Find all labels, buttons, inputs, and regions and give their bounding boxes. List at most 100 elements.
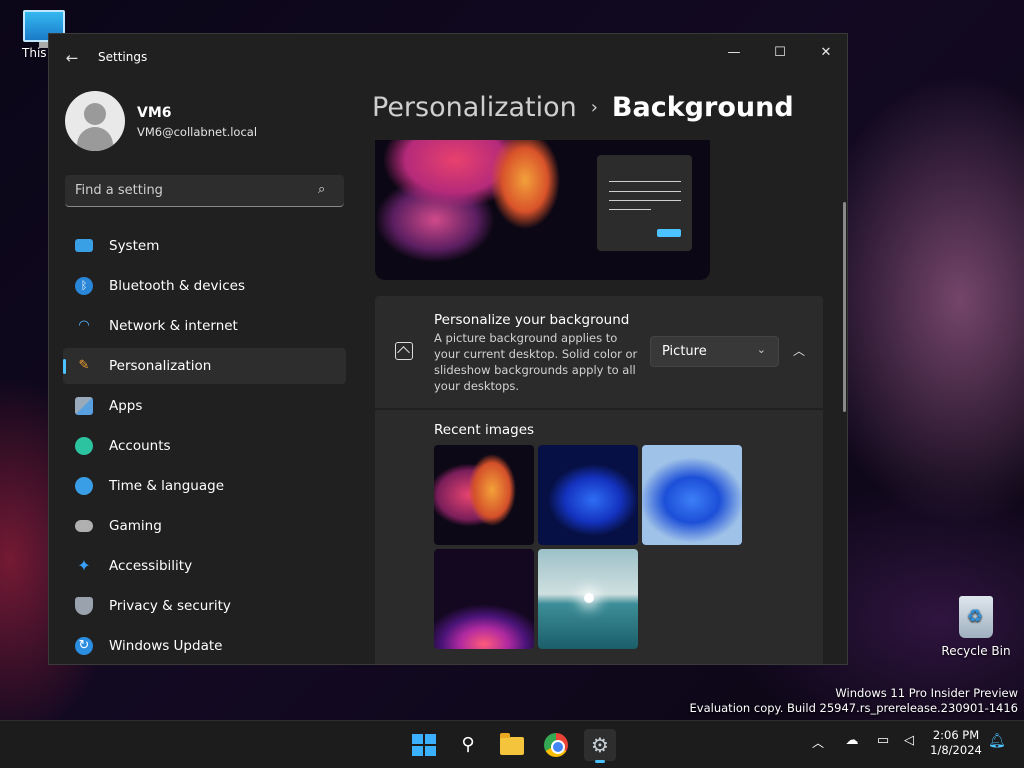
sidebar-item-system[interactable]: System: [63, 228, 346, 264]
volume-muted-icon[interactable]: ◁: [900, 733, 918, 751]
breadcrumb-separator: ›: [590, 97, 598, 118]
image-icon: [395, 342, 413, 360]
recycle-bin-icon: [959, 596, 993, 638]
sidebar-item-accessibility[interactable]: ✦ Accessibility: [63, 548, 346, 584]
settings-window: ← Settings — ☐ ✕ VM6 VM6@collabnet.local…: [48, 33, 848, 665]
sidebar-item-label: Apps: [109, 398, 143, 414]
recent-image-blue-dark[interactable]: [538, 445, 638, 545]
window-title: Settings: [98, 50, 148, 64]
notification-bell-icon[interactable]: 🔔︎: [988, 733, 1006, 749]
watermark-line-1: Windows 11 Pro Insider Preview: [835, 686, 1018, 700]
sidebar-item-label: System: [109, 238, 160, 254]
minimize-button[interactable]: —: [711, 38, 757, 68]
onedrive-icon[interactable]: ☁: [843, 733, 861, 751]
sidebar-item-label: Personalization: [109, 358, 212, 374]
select-value: Picture: [662, 344, 707, 359]
recent-image-purple[interactable]: [434, 549, 534, 649]
bluetooth-icon: ᛒ: [75, 277, 93, 295]
main-content: Personalize your background A picture ba…: [375, 140, 823, 664]
clock-globe-icon: [75, 477, 93, 495]
recycle-bin-label: Recycle Bin: [941, 644, 1011, 658]
preview-line: [609, 181, 681, 182]
clock-date: 1/8/2024: [930, 743, 982, 757]
chevron-up-icon[interactable]: ︿: [789, 341, 809, 361]
preview-wallpaper: [375, 140, 615, 270]
gamepad-icon: [75, 520, 93, 532]
close-button[interactable]: ✕: [803, 38, 847, 68]
search-icon[interactable]: ⌕: [318, 182, 334, 198]
preview-line: [609, 200, 681, 201]
breadcrumb: Personalization › Background: [372, 92, 794, 123]
watermark-line-2: Evaluation copy. Build 25947.rs_prerelea…: [689, 701, 1018, 715]
sidebar-item-label: Accessibility: [109, 558, 193, 574]
preview-window-mock: [597, 155, 692, 251]
chrome-icon: [544, 733, 568, 757]
sidebar-item-network[interactable]: ◠ Network & internet: [63, 308, 346, 344]
sun-glow: [584, 593, 594, 603]
sidebar-item-label: Accounts: [109, 438, 171, 454]
preview-button: [657, 229, 681, 237]
breadcrumb-parent[interactable]: Personalization: [372, 92, 577, 123]
sidebar-item-windows-update[interactable]: ↻ Windows Update: [63, 628, 346, 664]
sidebar-item-label: Time & language: [109, 478, 225, 494]
background-type-select[interactable]: Picture ⌄: [650, 336, 779, 367]
tray-overflow-chevron-icon[interactable]: ︿: [812, 734, 824, 751]
sidebar-item-apps[interactable]: Apps: [63, 388, 346, 424]
user-email: VM6@collabnet.local: [137, 125, 258, 139]
recent-image-bloom[interactable]: [434, 445, 534, 545]
sidebar-item-personalization[interactable]: ✎ Personalization: [63, 348, 346, 384]
recent-image-blue-light[interactable]: [642, 445, 742, 545]
network-icon[interactable]: ▭: [874, 733, 892, 751]
recent-images-title: Recent images: [434, 422, 535, 438]
background-preview: [375, 140, 710, 280]
search-input[interactable]: [65, 175, 305, 206]
chevron-down-icon: ⌄: [756, 343, 766, 356]
recycle-bin-desktop-icon[interactable]: Recycle Bin: [940, 596, 1012, 658]
sidebar-nav: System ᛒ Bluetooth & devices ◠ Network &…: [63, 228, 346, 664]
sidebar-item-label: Privacy & security: [109, 598, 231, 614]
user-name: VM6: [137, 105, 172, 121]
title-bar[interactable]: ← Settings — ☐ ✕: [49, 34, 847, 82]
maximize-button[interactable]: ☐: [757, 38, 803, 68]
wifi-icon: ◠: [78, 318, 90, 333]
taskbar: ⚲ ⚙: [0, 720, 1024, 768]
recent-images-section: Recent images: [375, 410, 823, 664]
search-icon[interactable]: ⚲: [452, 729, 484, 761]
update-icon: ↻: [75, 637, 93, 655]
file-explorer-button[interactable]: [496, 729, 528, 761]
personalize-background-card: Personalize your background A picture ba…: [375, 296, 823, 408]
preview-line: [609, 209, 651, 210]
back-button[interactable]: ←: [61, 48, 83, 68]
sidebar-item-accounts[interactable]: Accounts: [63, 428, 346, 464]
folder-icon: [500, 733, 524, 755]
settings-search[interactable]: ⌕: [65, 175, 344, 207]
settings-taskbar-button[interactable]: ⚙: [584, 729, 616, 763]
account-icon: [75, 437, 93, 455]
avatar[interactable]: [65, 91, 125, 151]
shield-icon: [75, 597, 93, 615]
build-watermark: Windows 11 Pro Insider Preview Evaluatio…: [690, 686, 1018, 716]
clock-time: 2:06 PM: [932, 728, 980, 742]
chrome-button[interactable]: [540, 729, 572, 761]
windows-logo-icon: [412, 734, 436, 756]
page-title: Background: [611, 92, 794, 123]
apps-icon: [75, 397, 93, 415]
recent-image-lake[interactable]: [538, 549, 638, 649]
sidebar-item-label: Bluetooth & devices: [109, 278, 246, 294]
sidebar-item-label: Gaming: [109, 518, 162, 534]
start-button[interactable]: [408, 729, 440, 761]
card-description: A picture background applies to your cur…: [434, 331, 638, 393]
user-profile[interactable]: VM6 VM6@collabnet.local: [65, 91, 365, 151]
brush-icon: ✎: [78, 358, 90, 373]
system-icon: [75, 239, 93, 252]
sidebar-item-privacy[interactable]: Privacy & security: [63, 588, 346, 624]
content-scrollbar[interactable]: [843, 202, 846, 412]
card-title: Personalize your background: [434, 312, 630, 328]
sidebar-item-time-language[interactable]: Time & language: [63, 468, 346, 504]
sidebar-item-label: Network & internet: [109, 318, 238, 334]
sidebar-item-label: Windows Update: [109, 638, 223, 654]
sidebar-item-bluetooth[interactable]: ᛒ Bluetooth & devices: [63, 268, 346, 304]
sidebar-item-gaming[interactable]: Gaming: [63, 508, 346, 544]
accessibility-icon: ✦: [77, 556, 91, 575]
system-clock[interactable]: 2:06 PM 1/8/2024: [926, 728, 986, 758]
